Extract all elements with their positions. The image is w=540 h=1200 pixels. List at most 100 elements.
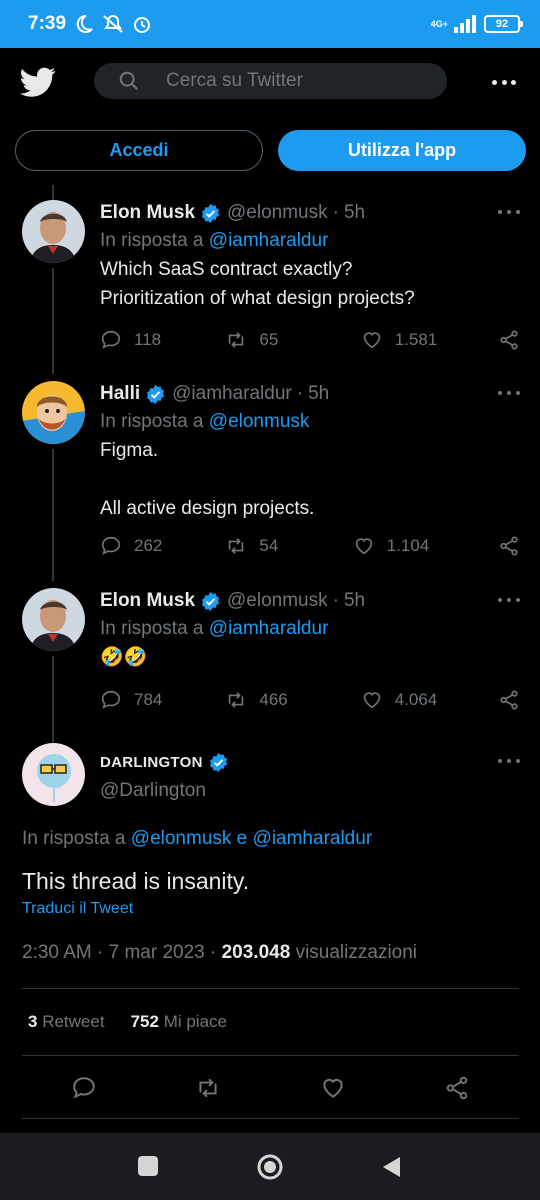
login-button[interactable]: Accedi	[15, 130, 263, 171]
author-handle[interactable]: @elonmusk	[227, 202, 328, 224]
moon-icon	[76, 14, 93, 33]
reply-context: In risposta a @elonmusk e @iamharaldur	[22, 828, 372, 850]
search-input[interactable]: Cerca su Twitter	[94, 63, 447, 99]
alarm-icon	[134, 17, 151, 33]
tweet-actions: 118 65 1.581	[100, 329, 520, 351]
reply-count: 784	[134, 690, 163, 709]
retweet-icon	[229, 332, 244, 348]
reply-button[interactable]: 784	[100, 689, 225, 711]
tweet-header: DARLINGTON	[100, 749, 520, 775]
nav-home-icon[interactable]	[256, 1153, 284, 1181]
retweet-icon[interactable]	[195, 1075, 221, 1101]
separator: ·	[332, 590, 339, 611]
tweet-more-icon[interactable]	[498, 598, 520, 602]
retweet-count: 54	[259, 536, 279, 555]
verified-badge-icon	[201, 203, 220, 223]
reply-count: 118	[134, 330, 162, 349]
avatar[interactable]	[22, 200, 85, 263]
tweet-more-icon[interactable]	[498, 391, 520, 395]
tweet-text: 🤣🤣	[100, 647, 148, 668]
reply-context: In risposta a @iamharaldur	[100, 230, 520, 252]
mute-icon	[103, 15, 123, 33]
reply-icon	[101, 690, 121, 709]
tweet[interactable]: Halli @iamharaldur · 5h In risposta a @e…	[0, 381, 540, 571]
retweet-button[interactable]: 65	[225, 329, 360, 351]
battery-level: 92	[495, 18, 509, 30]
retweet-count: 65	[259, 330, 279, 349]
reply-button[interactable]: 118	[100, 329, 225, 351]
divider	[22, 1118, 519, 1119]
avatar[interactable]	[22, 588, 85, 651]
signal-icon	[454, 15, 476, 33]
mention-link[interactable]: @elonmusk	[131, 828, 232, 849]
mention-link[interactable]: @elonmusk	[209, 411, 310, 432]
views-count: 203.048	[221, 942, 291, 963]
reply-icon	[101, 330, 121, 349]
share-button[interactable]	[498, 535, 520, 557]
likes-stat[interactable]: 752 Mi piace	[131, 1012, 227, 1032]
reply-prefix: In risposta a	[100, 411, 204, 432]
mention-link[interactable]: @iamharaldur	[209, 230, 329, 251]
author-name[interactable]: Elon Musk	[100, 590, 195, 612]
tweet-text: Which SaaS contract exactly? Prioritizat…	[100, 259, 415, 309]
like-icon[interactable]	[320, 1075, 346, 1101]
reply-joiner: e	[236, 828, 248, 849]
tweet-header: Elon Musk @elonmusk · 5h	[100, 588, 520, 614]
mention-link[interactable]: @iamharaldur	[209, 618, 329, 639]
share-icon	[500, 330, 518, 350]
share-button[interactable]	[498, 329, 520, 351]
status-icons	[74, 14, 152, 34]
reply-icon[interactable]	[71, 1075, 97, 1101]
tweet-actions: 262 54 1.104	[100, 535, 520, 557]
retweets-label: Retweet	[42, 1012, 105, 1031]
top-bar: Cerca su Twitter	[0, 48, 540, 116]
likes-label: Mi piace	[163, 1012, 227, 1031]
share-button[interactable]	[498, 689, 520, 711]
retweet-button[interactable]: 466	[225, 689, 360, 711]
tweet[interactable]: Elon Musk @elonmusk · 5h In risposta a @…	[0, 588, 540, 718]
reply-context: In risposta a @elonmusk	[100, 411, 520, 433]
tweet-stats: 3 Retweet 752 Mi piace	[28, 1012, 227, 1032]
retweet-icon	[229, 692, 244, 708]
use-app-button[interactable]: Utilizza l'app	[278, 130, 526, 171]
likes-count: 752	[130, 1012, 159, 1031]
avatar[interactable]	[22, 743, 85, 806]
main-tweet-actions	[22, 1070, 519, 1106]
retweets-stat[interactable]: 3 Retweet	[28, 1012, 105, 1032]
search-icon	[119, 71, 138, 90]
like-count: 1.581	[394, 330, 438, 349]
more-icon[interactable]	[492, 72, 516, 92]
share-icon	[500, 536, 518, 556]
tweet-time[interactable]: 5h	[344, 590, 365, 612]
author-name[interactable]: Elon Musk	[100, 202, 195, 224]
tweet-timestamp[interactable]: 2:30 AM · 7 mar 2023 ·	[22, 942, 216, 963]
mention-link[interactable]: @iamharaldur	[253, 828, 373, 849]
like-button[interactable]: 1.104	[353, 535, 498, 557]
author-name[interactable]: Halli	[100, 383, 140, 405]
share-icon[interactable]	[444, 1075, 470, 1101]
battery-indicator: 92	[484, 15, 523, 33]
author-handle[interactable]: @elonmusk	[227, 590, 328, 612]
nav-back-icon[interactable]	[380, 1155, 402, 1179]
tweet-time[interactable]: 5h	[344, 202, 365, 224]
avatar[interactable]	[22, 381, 85, 444]
reply-button[interactable]: 262	[100, 535, 225, 557]
tweet-header: Halli @iamharaldur · 5h	[100, 381, 520, 407]
translate-link[interactable]: Traduci il Tweet	[22, 900, 133, 918]
author-handle[interactable]: @iamharaldur	[172, 383, 292, 405]
tweet[interactable]: Elon Musk @elonmusk · 5h In risposta a @…	[0, 200, 540, 370]
status-time: 7:39	[28, 13, 67, 34]
like-count: 4.064	[394, 690, 438, 709]
twitter-bird-icon[interactable]	[20, 64, 56, 100]
author-handle[interactable]: @Darlington	[100, 780, 520, 802]
tweet-more-icon[interactable]	[498, 759, 520, 763]
author-name[interactable]: DARLINGTON	[100, 754, 203, 771]
like-button[interactable]: 4.064	[361, 689, 498, 711]
reply-count: 262	[134, 536, 163, 555]
tweet-more-icon[interactable]	[498, 210, 520, 214]
nav-recents-icon[interactable]	[137, 1155, 159, 1177]
like-button[interactable]: 1.581	[361, 329, 498, 351]
retweet-button[interactable]: 54	[225, 535, 352, 557]
tweet-meta: 2:30 AM · 7 mar 2023 · 203.048 visualizz…	[22, 942, 417, 964]
tweet-time[interactable]: 5h	[308, 383, 329, 405]
